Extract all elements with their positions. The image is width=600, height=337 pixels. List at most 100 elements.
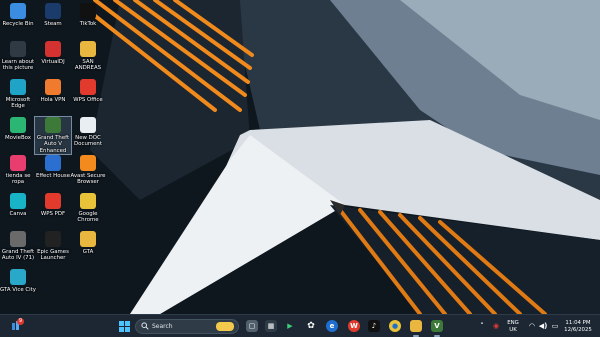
desktop-icon-label: Learn about this picture <box>1 59 35 72</box>
widgets-icon: ▦ <box>267 322 275 330</box>
language-indicator[interactable]: ENG UK <box>505 320 521 334</box>
desktop-icon-label: Steam <box>44 21 62 27</box>
edge-app[interactable]: e <box>326 320 338 332</box>
chrome-app[interactable]: ● <box>389 320 401 332</box>
folder-icon <box>80 41 96 57</box>
clock[interactable]: 11:04 PM 12/6/2025 <box>561 320 595 334</box>
desktop-icon-label: GTA <box>82 249 94 255</box>
widgets-app[interactable]: ▦ <box>265 320 277 332</box>
tray-app-icon-glyph: ◉ <box>492 322 500 330</box>
desktop-icon-effect-house[interactable]: Effect House <box>35 155 71 179</box>
desktop-icon-tienda-se-ropa[interactable]: tienda se ropa <box>0 155 36 186</box>
gta-vice-city-icon <box>10 269 26 285</box>
learn-about-picture-icon <box>10 41 26 57</box>
gta-app[interactable]: V <box>431 320 443 332</box>
desktop-icon-label: Hola VPN <box>40 97 66 103</box>
desktop-icon-steam[interactable]: Steam <box>35 3 71 27</box>
store-app[interactable]: ▶ <box>284 320 296 332</box>
task-view-button[interactable]: ▢ <box>246 320 258 332</box>
desktop-icon-avast-secure-browser[interactable]: Avast Secure Browser <box>70 155 106 186</box>
desktop-icon-label: Grand Theft Auto V Enhanced <box>36 135 70 154</box>
folder-icon <box>80 231 96 247</box>
desktop-icon-grand-theft-auto-v-enhanced[interactable]: Grand Theft Auto V Enhanced <box>34 116 72 155</box>
document-icon <box>80 117 96 133</box>
wps-pdf-icon <box>45 193 61 209</box>
show-hidden-icons-button[interactable]: ˄ <box>476 320 488 332</box>
moviebox-icon <box>10 117 26 133</box>
desktop-icon-virtualdj[interactable]: VirtualDJ <box>35 41 71 65</box>
wps-office-icon <box>80 79 96 95</box>
taskbar: 9 ▢ ▦ ▶ ✿ e W ♪ ● V ˄ ◉ ENG UK ◠ ◀) ▭ 11… <box>0 314 600 337</box>
desktop-icon-label: Google Chrome <box>77 211 99 224</box>
start-button[interactable] <box>118 320 130 332</box>
task-view-icon: ▢ <box>248 322 256 330</box>
wifi-icon: ◠ <box>529 322 535 330</box>
desktop-icon-label: WPS PDF <box>40 211 66 217</box>
desktop-icon-microsoft-edge[interactable]: Microsoft Edge <box>0 79 36 110</box>
battery-button[interactable]: ▭ <box>549 320 561 332</box>
file-explorer-app[interactable] <box>410 320 422 332</box>
virtualdj-icon <box>45 41 61 57</box>
wps-app[interactable]: W <box>348 320 360 332</box>
desktop-icon-tiktok[interactable]: TikTok <box>70 3 106 27</box>
volume-button[interactable]: ◀) <box>537 320 549 332</box>
steam-icon <box>45 3 61 19</box>
desktop-icon-gta-vice-city[interactable]: GTA Vice City <box>0 269 36 293</box>
desktop-icon-learn-about-this-picture[interactable]: Learn about this picture <box>0 41 36 72</box>
desktop-icon-label: Canva <box>9 211 27 217</box>
desktop-icon-label: Epic Games Launcher <box>37 249 69 262</box>
gta-v-icon <box>45 117 61 133</box>
desktop-icon-label: MovieBox <box>5 135 31 141</box>
chevron-up-icon: ˄ <box>480 322 484 330</box>
desktop-icon-recycle-bin[interactable]: Recycle Bin <box>0 3 36 27</box>
desktop-icon-wps-pdf[interactable]: WPS PDF <box>35 193 71 217</box>
recycle-bin-icon <box>10 3 26 19</box>
desktop-icon-google-chrome[interactable]: Google Chrome <box>70 193 106 224</box>
edge-icon: e <box>329 322 335 330</box>
hola-vpn-icon <box>45 79 61 95</box>
desktop-icon-gta[interactable]: GTA <box>70 231 106 255</box>
desktop-icon-label: Grand Theft Auto IV (71) <box>1 249 35 262</box>
desktop-icon-label: Effect House <box>35 173 71 179</box>
desktop-icon-hola-vpn[interactable]: Hola VPN <box>35 79 71 103</box>
edge-icon <box>10 79 26 95</box>
search-input[interactable] <box>152 321 207 332</box>
desktop-icon-label: SAN ANDREAS <box>74 59 102 72</box>
desktop-icon-label: New DOC Document <box>74 135 102 148</box>
taskbar-search-box[interactable] <box>135 319 239 334</box>
desktop-icon-epic-games-launcher[interactable]: Epic Games Launcher <box>35 231 71 262</box>
gta-icon: V <box>434 322 440 330</box>
language-label: ENG <box>507 320 519 326</box>
desktop-icon-new-doc-document[interactable]: New DOC Document <box>70 117 106 148</box>
avast-browser-icon <box>80 155 96 171</box>
canva-icon <box>10 193 26 209</box>
desktop-icon-san-andreas[interactable]: SAN ANDREAS <box>70 41 106 72</box>
tiktok-icon <box>80 3 96 19</box>
desktop-icon-wps-office[interactable]: WPS Office <box>70 79 106 103</box>
wps-icon: W <box>350 322 358 330</box>
chatgpt-app[interactable]: ✿ <box>305 320 317 332</box>
speaker-icon: ◀) <box>538 322 548 330</box>
chrome-icon <box>80 193 96 209</box>
search-icon <box>141 322 149 330</box>
clock-date: 12/6/2025 <box>564 327 592 333</box>
desktop-icon-canva[interactable]: Canva <box>0 193 36 217</box>
colorful-file-icon <box>10 155 26 171</box>
tray-app-icon[interactable]: ◉ <box>490 320 502 332</box>
windows-icon <box>118 320 130 332</box>
desktop-icon-label: tienda se ropa <box>5 173 31 186</box>
chrome-icon: ● <box>391 322 399 330</box>
desktop-icon-grand-theft-auto-iv-71[interactable]: Grand Theft Auto IV (71) <box>0 231 36 262</box>
desktop-icon-label: WPS Office <box>73 97 103 103</box>
epic-games-icon <box>45 231 61 247</box>
effect-house-icon <box>45 155 61 171</box>
chatgpt-icon: ✿ <box>307 321 315 331</box>
region-label: UK <box>509 327 517 333</box>
desktop-icon-moviebox[interactable]: MovieBox <box>0 117 36 141</box>
battery-icon: ▭ <box>551 322 559 330</box>
tiktok-app[interactable]: ♪ <box>368 320 380 332</box>
search-highlight-icon <box>216 322 234 331</box>
notification-count-badge: 9 <box>17 318 24 325</box>
desktop-icon-label: GTA Vice City <box>0 287 36 293</box>
desktop-icon-label: TikTok <box>79 21 97 27</box>
